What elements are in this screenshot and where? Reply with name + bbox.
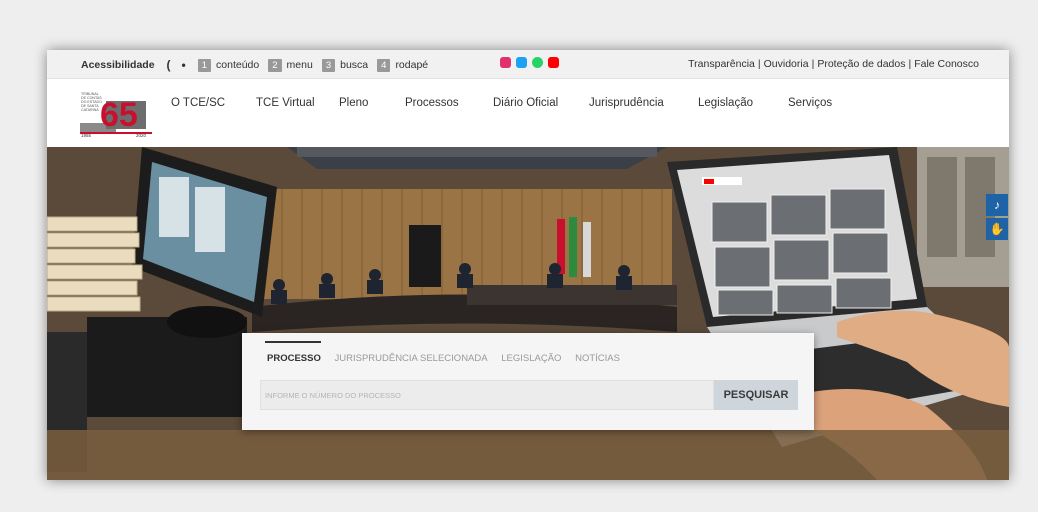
twitter-icon[interactable]	[516, 57, 527, 68]
accessibility-label: Acessibilidade	[81, 59, 155, 71]
shortcut-key-rodape[interactable]: 4	[377, 58, 391, 72]
nav-item-o-tce-sc[interactable]: O TCE/SC	[171, 97, 225, 109]
svg-text:CATARINA: CATARINA	[81, 108, 99, 112]
tab-processo[interactable]: PROCESSO	[267, 353, 321, 364]
browser-frame: Acessibilidade ( • 1 conteúdo 2 menu 3 b…	[47, 50, 1009, 480]
whatsapp-icon[interactable]	[532, 57, 543, 68]
audio-reader-icon[interactable]: ♪	[986, 194, 1008, 216]
shortcut-link-busca[interactable]: busca	[340, 59, 368, 71]
process-number-input[interactable]: INFORME O NÚMERO DO PROCESSO	[260, 380, 714, 410]
nav-item-processos[interactable]: Processos	[405, 97, 459, 109]
shortcut-key-conteudo[interactable]: 1	[197, 58, 212, 72]
logo-year-end: 2020	[136, 133, 147, 137]
nav-item-jurisprudencia[interactable]: Jurisprudência	[589, 97, 664, 109]
separator: |	[811, 58, 815, 70]
link-ouvidoria[interactable]: Ouvidoria	[764, 58, 809, 70]
contrast-icon[interactable]: (	[167, 58, 171, 72]
shortcut-link-conteudo[interactable]: conteúdo	[216, 59, 259, 71]
youtube-icon[interactable]	[548, 57, 559, 68]
nav-item-diario-oficial[interactable]: Diário Oficial	[493, 97, 558, 109]
nav-item-pleno[interactable]: Pleno	[339, 97, 368, 109]
tab-jurisprudencia-selecionada[interactable]: JURISPRUDÊNCIA SELECIONADA	[335, 353, 488, 364]
hero-banner: ♪ ✋ PROCESSO JURISPRUDÊNCIA SELECIONADA …	[47, 147, 1009, 480]
top-bar: Acessibilidade ( • 1 conteúdo 2 menu 3 b…	[47, 50, 1009, 79]
tce-sc-logo[interactable]: TRIBUNAL DE CONTAS DO ESTADO DE SANTA CA…	[80, 87, 152, 137]
link-transparencia[interactable]: Transparência	[688, 58, 755, 70]
shortcut-key-menu[interactable]: 2	[268, 58, 282, 72]
search-button[interactable]: PESQUISAR	[714, 380, 798, 410]
sign-language-icon[interactable]: ✋	[986, 218, 1008, 240]
svg-text:65: 65	[100, 96, 138, 134]
hero-image	[47, 147, 1009, 480]
shortcut-link-menu[interactable]: menu	[287, 59, 313, 71]
main-nav: TRIBUNAL DE CONTAS DO ESTADO DE SANTA CA…	[47, 79, 1009, 147]
accessibility-bar: Acessibilidade ( • 1 conteúdo 2 menu 3 b…	[81, 58, 428, 72]
tab-legislacao[interactable]: LEGISLAÇÃO	[501, 353, 561, 364]
instagram-icon[interactable]	[500, 57, 511, 68]
logo-year-start: 1955	[81, 133, 92, 137]
audio-icon[interactable]: •	[182, 58, 186, 72]
shortcut-key-busca[interactable]: 3	[321, 58, 336, 72]
search-tabs: PROCESSO JURISPRUDÊNCIA SELECIONADA LEGI…	[267, 353, 631, 364]
search-panel: PROCESSO JURISPRUDÊNCIA SELECIONADA LEGI…	[242, 333, 814, 430]
nav-item-legislacao[interactable]: Legislação	[698, 97, 753, 109]
tab-noticias[interactable]: NOTÍCIAS	[575, 353, 620, 364]
nav-item-servicos[interactable]: Serviços	[788, 97, 832, 109]
nav-item-tce-virtual[interactable]: TCE Virtual	[256, 97, 315, 109]
social-icons	[500, 57, 559, 68]
link-fale-conosco[interactable]: Fale Conosco	[914, 58, 979, 70]
link-protecao-dados[interactable]: Proteção de dados	[817, 58, 905, 70]
separator: |	[908, 58, 912, 70]
shortcut-link-rodape[interactable]: rodapé	[395, 59, 428, 71]
separator: |	[757, 58, 761, 70]
top-links: Transparência | Ouvidoria | Proteção de dado…	[688, 58, 979, 70]
